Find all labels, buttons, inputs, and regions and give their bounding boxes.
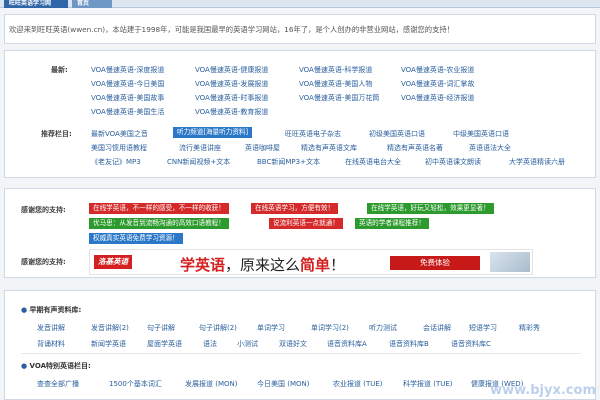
latest-link[interactable]: VOA慢速英语-今日美国	[91, 79, 164, 89]
recommended-label: 推荐栏目:	[41, 130, 72, 138]
sponsor-link[interactable]: 在线英语学习，方便有效！	[251, 203, 339, 214]
recommended-link[interactable]: 英语语法大全	[469, 143, 511, 153]
audio-link[interactable]: 句子讲解(2)	[199, 323, 237, 333]
recommended-link-highlight[interactable]: 听力频道[海量听力资料]	[173, 127, 253, 138]
voa-section-title: ● VOA特别英语栏目:	[21, 362, 91, 370]
tab-home[interactable]: 首页	[72, 0, 112, 8]
recommended-link[interactable]: 在线英语电台大全	[345, 157, 401, 167]
audio-link[interactable]: 背诵材料	[37, 339, 65, 349]
voa-link[interactable]: 发展报道 (MON)	[185, 379, 237, 389]
recommended-link[interactable]: 流行美语讲座	[179, 143, 221, 153]
sponsor-link[interactable]: 权威真实英语免费学习资源！	[89, 233, 183, 244]
support-label: 感谢您的支持:	[21, 206, 66, 214]
voa-link[interactable]: 科学报道 (TUE)	[403, 379, 453, 389]
latest-link[interactable]: VOA慢速英语-美国万花筒	[299, 93, 379, 103]
divider	[21, 353, 581, 354]
banner-slogan: 学英语，原来这么简单！	[180, 256, 346, 274]
latest-link[interactable]: VOA慢速英语-经济报道	[401, 93, 474, 103]
voa-link[interactable]: 1500个基本词汇	[109, 379, 162, 389]
voa-link[interactable]: 农业报道 (TUE)	[333, 379, 383, 389]
audio-link[interactable]: 短语学习	[469, 323, 497, 333]
welcome-banner: 欢迎来到旺旺英语(wwen.cn)，本站建于1998年，可能是我国最早的英语学习…	[4, 14, 596, 44]
audio-link[interactable]: 屋面学英语	[147, 339, 182, 349]
free-trial-button[interactable]: 免费体验	[390, 256, 480, 270]
latest-link[interactable]: VOA慢速英语-科学报道	[299, 65, 372, 75]
ad-banner[interactable]: 洛基英语 学英语，原来这么简单！ 免费体验	[89, 249, 533, 275]
recommended-link[interactable]: CNN新闻视频+文本	[167, 157, 230, 167]
audio-link[interactable]: 句子讲解	[147, 323, 175, 333]
sponsor-link[interactable]: 说流利英语一点就通！	[269, 218, 343, 229]
latest-link[interactable]: VOA慢速英语-深度报道	[91, 65, 164, 75]
recommended-link[interactable]: 精选有声英语文库	[301, 143, 357, 153]
latest-label: 最新:	[51, 66, 68, 74]
latest-link[interactable]: VOA慢速英语-时事报道	[195, 93, 268, 103]
latest-link[interactable]: VOA慢速英语-健康报道	[195, 65, 268, 75]
voa-link[interactable]: 查查全部广播	[37, 379, 79, 389]
recommended-link[interactable]: 美国习惯用语教程	[91, 143, 147, 153]
banner-photo	[490, 252, 530, 272]
audio-link[interactable]: 语法	[203, 339, 217, 349]
latest-link[interactable]: VOA慢速英语-美国人物	[299, 79, 372, 89]
audio-link[interactable]: 语音资料库A	[327, 339, 367, 349]
recommended-link[interactable]: 《老友记》MP3	[91, 157, 141, 167]
channel-links-panel: 最新: VOA慢速英语-深度报道 VOA慢速英语-健康报道 VOA慢速英语-科学…	[4, 50, 596, 178]
advertiser-logo: 洛基英语	[94, 255, 132, 269]
audio-link[interactable]: 单词学习	[257, 323, 285, 333]
tab-site-home[interactable]: 旺旺英语学习网	[4, 0, 68, 8]
latest-link[interactable]: VOA慢速英语-美国生活	[91, 107, 164, 117]
sponsor-link[interactable]: 在线学英语，不一样的感受，不一样的收获！	[89, 203, 229, 214]
audio-link[interactable]: 发音讲解(2)	[91, 323, 129, 333]
recommended-link[interactable]: 最新VOA美国之音	[91, 129, 148, 139]
voa-link[interactable]: 今日美国 (MON)	[257, 379, 309, 389]
latest-link[interactable]: VOA慢速英语-美国故事	[91, 93, 164, 103]
top-navigation-bar: 旺旺英语学习网 首页	[0, 0, 600, 8]
support-label: 感谢您的支持:	[21, 258, 66, 266]
latest-link[interactable]: VOA慢速英语-农业报道	[401, 65, 474, 75]
audio-link[interactable]: 精彩秀	[519, 323, 540, 333]
audio-link[interactable]: 单词学习(2)	[311, 323, 349, 333]
latest-link[interactable]: VOA慢速英语-发展报道	[195, 79, 268, 89]
audio-link[interactable]: 新闻学英语	[91, 339, 126, 349]
audio-link[interactable]: 语音资料库C	[451, 339, 491, 349]
audio-section-title: ● 早期有声资料库:	[21, 306, 82, 314]
sponsor-link[interactable]: 在线学英语，好玩又轻松，效果更显著！	[367, 203, 494, 214]
recommended-link[interactable]: 旺旺英语电子杂志	[285, 129, 341, 139]
sponsor-link[interactable]: 英语的学者课程推荐！	[355, 218, 429, 229]
recommended-link[interactable]: 中级美国英语口语	[453, 129, 509, 139]
recommended-link[interactable]: 精选有声英语名著	[387, 143, 443, 153]
sponsor-link[interactable]: 优马思：从发音到流畅沟通的高效口语教程！	[89, 218, 229, 229]
sponsor-panel: 感谢您的支持: 在线学英语，不一样的感受，不一样的收获！ 在线英语学习，方便有效…	[4, 188, 596, 278]
recommended-link[interactable]: 英语咖啡屋	[245, 143, 280, 153]
audio-link[interactable]: 小测试	[237, 339, 258, 349]
recommended-link[interactable]: 初中英语课文朗读	[425, 157, 481, 167]
audio-link[interactable]: 双语好文	[279, 339, 307, 349]
audio-link[interactable]: 会话讲解	[423, 323, 451, 333]
recommended-link[interactable]: 大学英语精读六册	[509, 157, 565, 167]
recommended-link[interactable]: BBC新闻MP3+文本	[257, 157, 320, 167]
audio-link[interactable]: 发音讲解	[37, 323, 65, 333]
audio-link[interactable]: 语音资料库B	[389, 339, 429, 349]
audio-link[interactable]: 听力测试	[369, 323, 397, 333]
latest-link[interactable]: VOA慢速英语-教育报道	[195, 107, 268, 117]
welcome-text: 欢迎来到旺旺英语(wwen.cn)，本站建于1998年，可能是我国最早的英语学习…	[9, 25, 454, 34]
latest-link[interactable]: VOA慢速英语-词汇掌故	[401, 79, 474, 89]
watermark: www.bjyx.com	[490, 383, 596, 398]
recommended-link[interactable]: 初级美国英语口语	[369, 129, 425, 139]
